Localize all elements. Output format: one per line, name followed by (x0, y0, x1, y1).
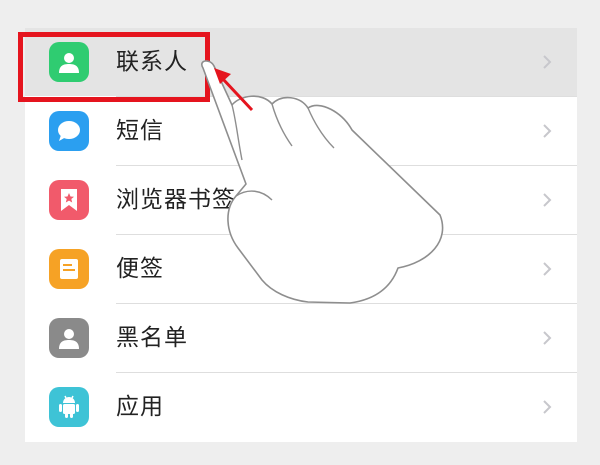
annotation-highlight-box (18, 32, 210, 102)
browser-bookmarks-label: 浏览器书签 (116, 187, 236, 213)
divider (116, 303, 577, 304)
chevron-right-icon (543, 55, 552, 69)
list-item-apps[interactable]: 应用 (25, 373, 577, 441)
divider (116, 372, 577, 373)
chevron-right-icon (543, 262, 552, 276)
chevron-right-icon (543, 331, 552, 345)
message-bubble-icon (49, 111, 89, 151)
apps-label: 应用 (116, 394, 164, 420)
list-item-browser-bookmarks[interactable]: 浏览器书签 (25, 166, 577, 234)
note-icon (49, 249, 89, 289)
chevron-right-icon (543, 124, 552, 138)
android-app-icon (49, 387, 89, 427)
divider (116, 165, 577, 166)
notes-label: 便签 (116, 256, 164, 282)
blacklist-label: 黑名单 (116, 325, 188, 351)
list-item-notes[interactable]: 便签 (25, 235, 577, 303)
chevron-right-icon (543, 400, 552, 414)
list-item-sms[interactable]: 短信 (25, 97, 577, 165)
sms-label: 短信 (116, 118, 164, 144)
divider (116, 234, 577, 235)
blacklist-person-icon (49, 318, 89, 358)
list-item-blacklist[interactable]: 黑名单 (25, 304, 577, 372)
bookmark-icon (49, 180, 89, 220)
chevron-right-icon (543, 193, 552, 207)
